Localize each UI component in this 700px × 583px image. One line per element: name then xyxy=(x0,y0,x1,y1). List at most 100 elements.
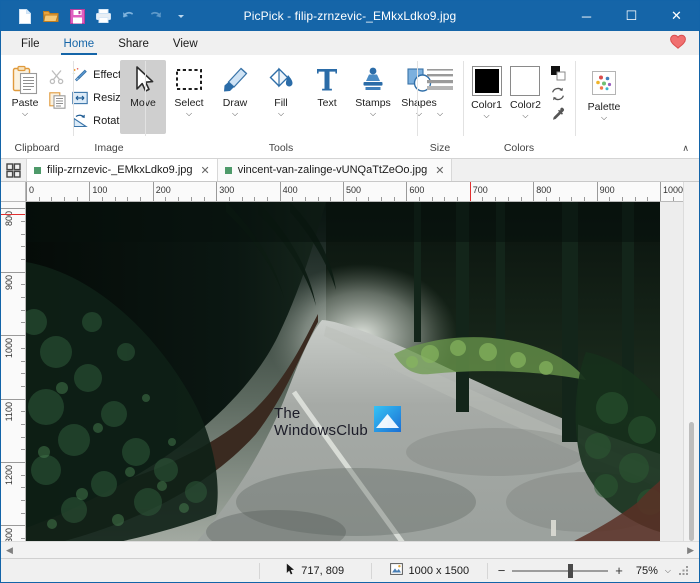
color1-button[interactable]: Color1 ⌵ xyxy=(467,64,506,122)
canvas-area[interactable]: The WindowsClub xyxy=(26,202,683,541)
draw-caret[interactable]: ⌵ xyxy=(232,110,238,118)
stamps-caret[interactable]: ⌵ xyxy=(370,110,376,118)
tab-home[interactable]: Home xyxy=(52,34,107,55)
move-tool[interactable]: Move xyxy=(120,60,166,134)
tab-status-dot xyxy=(34,166,41,174)
h-ruler-label: 1000 xyxy=(663,185,683,195)
document-tab-1[interactable]: filip-zrnzevic-_EMkxLdko9.jpg ✕ xyxy=(27,159,218,181)
color2-button[interactable]: Color2 ⌵ xyxy=(506,64,545,122)
ribbon: Paste ⌵ Clipboard Effects Resize Rotate … xyxy=(1,55,699,159)
collapse-ribbon-button[interactable]: ∧ xyxy=(678,141,693,156)
h-ruler-minor-tick xyxy=(672,197,674,201)
ribbon-group-size: ⌵ Size xyxy=(417,55,463,158)
document-tab-1-close[interactable]: ✕ xyxy=(201,164,210,177)
close-button[interactable]: ✕ xyxy=(654,1,699,31)
swap-arrows-icon xyxy=(549,85,567,103)
fill-tool[interactable]: Fill ⌵ xyxy=(258,60,304,140)
v-ruler-minor-tick xyxy=(21,385,25,387)
document-tab-2[interactable]: vincent-van-zalinge-vUNQaTtZeOo.jpg ✕ xyxy=(217,159,453,181)
swap-colors-button[interactable] xyxy=(547,85,571,103)
stamps-label: Stamps xyxy=(355,97,391,109)
text-tool[interactable]: Text xyxy=(304,60,350,140)
h-ruler-label: 400 xyxy=(282,185,298,195)
zoom-out-button[interactable]: − xyxy=(498,563,506,578)
zoom-level-value: 75% xyxy=(635,564,658,577)
h-ruler-tick xyxy=(216,182,218,201)
copy-button[interactable] xyxy=(46,89,70,111)
cut-button[interactable] xyxy=(46,66,70,88)
h-ruler-tick xyxy=(533,182,535,201)
document-tab-2-close[interactable]: ✕ xyxy=(435,164,444,177)
color2-caret[interactable]: ⌵ xyxy=(522,112,528,120)
text-label: Text xyxy=(317,97,337,109)
h-ruler-label: 0 xyxy=(29,185,35,195)
redo-icon[interactable] xyxy=(145,6,165,26)
zoom-level-caret[interactable]: ⌵ xyxy=(665,566,671,576)
h-ruler-minor-tick xyxy=(165,197,167,201)
vertical-scrollbar[interactable] xyxy=(683,182,699,541)
new-file-icon[interactable] xyxy=(15,6,35,26)
open-file-icon[interactable] xyxy=(41,6,61,26)
ribbon-group-colors: Color1 ⌵ Color2 ⌵ Colors xyxy=(463,55,575,158)
resize-grip-icon[interactable] xyxy=(678,565,690,577)
image-canvas[interactable]: The WindowsClub xyxy=(26,202,660,541)
select-tool[interactable]: Select ⌵ xyxy=(166,60,212,140)
vertical-scrollbar-thumb[interactable] xyxy=(689,422,694,541)
fill-caret[interactable]: ⌵ xyxy=(278,110,284,118)
move-label: Move xyxy=(130,97,156,109)
zoom-slider-track[interactable] xyxy=(512,563,609,578)
tab-file[interactable]: File xyxy=(9,34,52,55)
group-label-tools: Tools xyxy=(268,142,294,154)
paste-caret[interactable]: ⌵ xyxy=(22,110,28,118)
draw-tool[interactable]: Draw ⌵ xyxy=(212,60,258,140)
h-ruler-minor-tick xyxy=(609,197,611,201)
h-ruler-minor-tick xyxy=(102,197,104,201)
color1-swatch[interactable] xyxy=(471,66,502,96)
color-grid-button[interactable] xyxy=(547,64,571,82)
h-ruler-tick xyxy=(406,182,408,201)
size-button[interactable]: ⌵ xyxy=(417,60,463,134)
tab-share[interactable]: Share xyxy=(106,34,161,55)
horizontal-scrollbar[interactable]: ◀ ▶ xyxy=(1,541,699,558)
v-ruler-minor-tick xyxy=(21,423,25,425)
size-caret[interactable]: ⌵ xyxy=(437,110,443,118)
h-ruler-label: 900 xyxy=(599,185,615,195)
v-ruler-label: 1100 xyxy=(4,401,14,421)
v-ruler-tick xyxy=(1,525,25,527)
customize-qat-icon[interactable] xyxy=(171,6,191,26)
heart-icon[interactable] xyxy=(669,33,687,51)
color-picker-button[interactable] xyxy=(547,106,571,124)
h-ruler-tick xyxy=(343,182,344,201)
select-caret[interactable]: ⌵ xyxy=(186,110,192,118)
zoom-in-button[interactable]: + xyxy=(615,563,623,578)
maximize-button[interactable]: ☐ xyxy=(609,1,654,31)
zoom-slider-thumb[interactable] xyxy=(568,563,574,578)
paste-button[interactable]: Paste ⌵ xyxy=(4,60,46,118)
scroll-right-arrow[interactable]: ▶ xyxy=(687,545,694,556)
palette-caret[interactable]: ⌵ xyxy=(601,114,607,122)
print-icon[interactable] xyxy=(93,6,113,26)
h-ruler-minor-tick xyxy=(545,197,547,201)
h-ruler-minor-tick xyxy=(571,197,573,201)
tab-view[interactable]: View xyxy=(161,34,210,55)
v-ruler-minor-tick xyxy=(21,474,25,476)
stamp-icon xyxy=(359,64,387,96)
eyedropper-icon xyxy=(549,106,567,124)
minimize-button[interactable]: ─ xyxy=(564,1,609,31)
h-ruler-minor-tick xyxy=(304,197,306,201)
v-ruler-minor-tick xyxy=(21,499,25,501)
v-ruler-minor-tick xyxy=(21,322,25,324)
scroll-left-arrow[interactable]: ◀ xyxy=(6,545,13,556)
palette-button[interactable]: Palette ⌵ xyxy=(578,64,630,122)
undo-icon[interactable] xyxy=(119,6,139,26)
tab-list-icon[interactable] xyxy=(1,159,27,181)
scissors-icon xyxy=(48,68,66,86)
stamps-tool[interactable]: Stamps ⌵ xyxy=(350,60,396,140)
ribbon-group-clipboard: Paste ⌵ Clipboard xyxy=(1,55,73,158)
h-ruler-minor-tick xyxy=(393,197,395,201)
watermark-line2: WindowsClub xyxy=(274,422,368,439)
color2-swatch[interactable] xyxy=(510,66,541,96)
color1-caret[interactable]: ⌵ xyxy=(483,112,489,120)
save-file-icon[interactable] xyxy=(67,6,87,26)
horizontal-ruler: 0 100 200 300 400 500 600 700 800 900 1000 xyxy=(26,182,683,202)
